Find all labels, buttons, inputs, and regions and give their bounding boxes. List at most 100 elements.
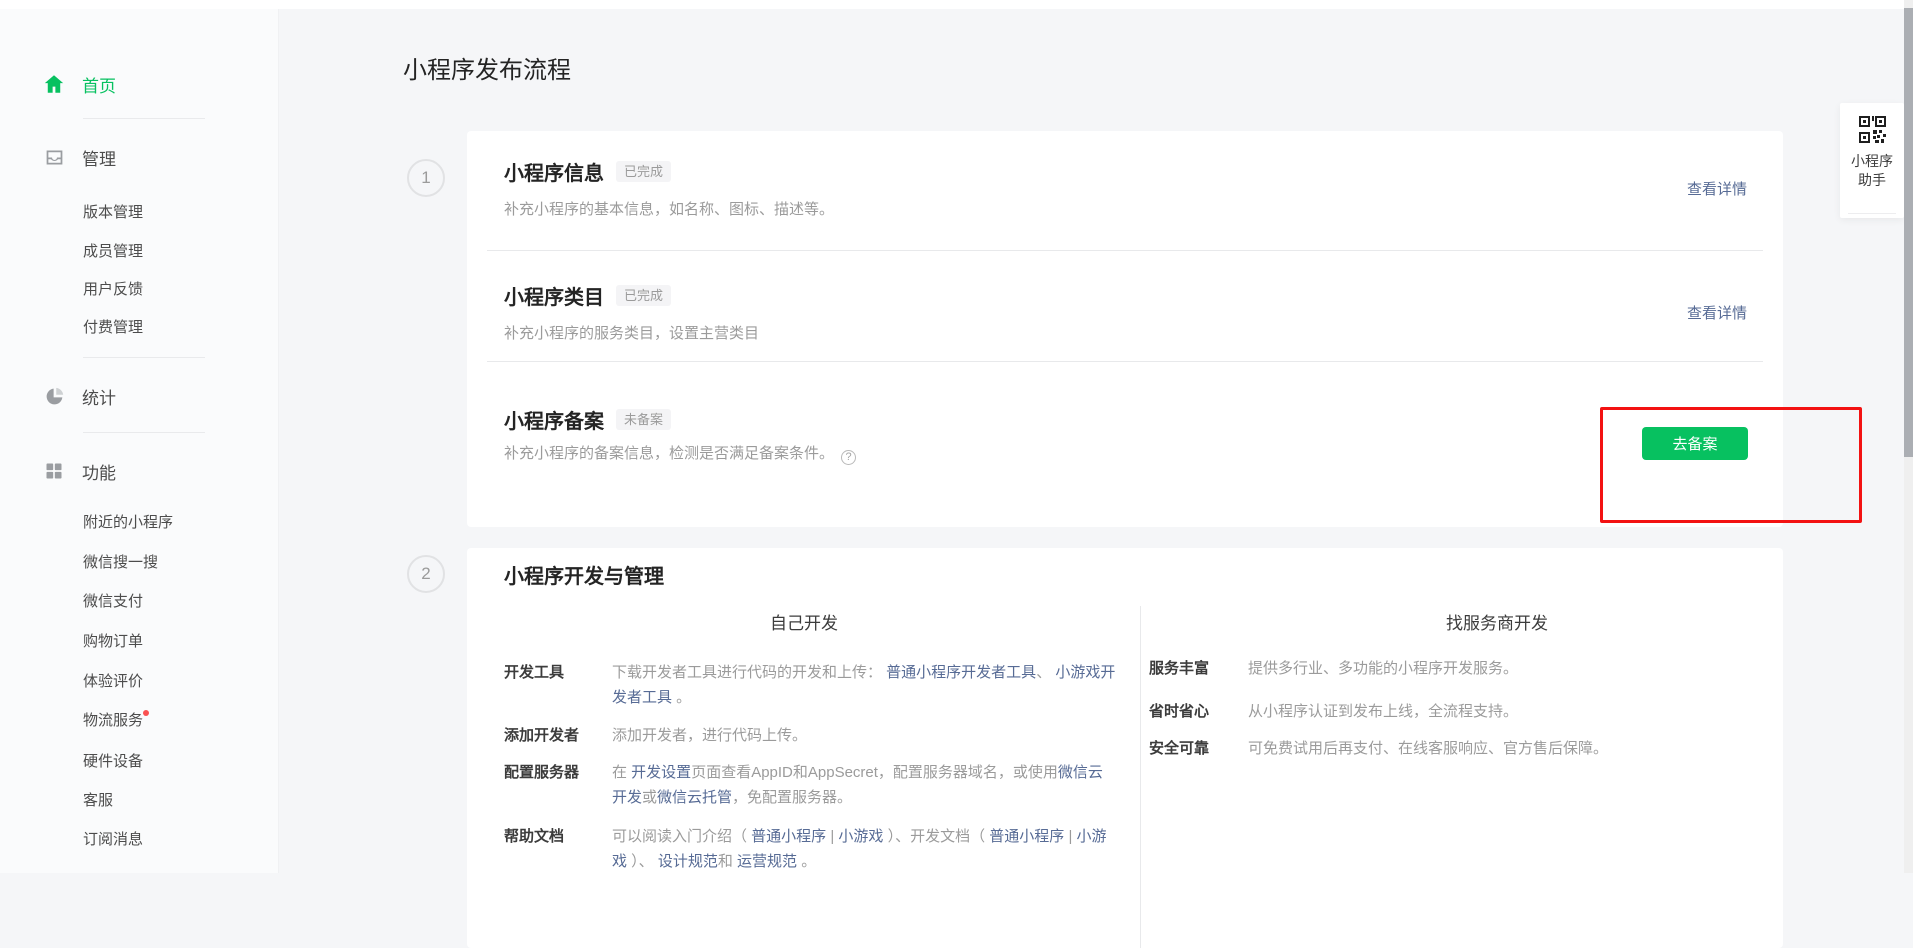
dev-section-title: 小程序开发与管理 xyxy=(504,560,664,589)
inline-link[interactable]: 小游戏 xyxy=(838,828,883,845)
sidebar-item[interactable]: 客服 xyxy=(83,788,113,814)
inbox-icon xyxy=(43,146,65,168)
sidebar-divider xyxy=(83,432,205,433)
inline-text: 。 xyxy=(676,689,691,706)
widget-label-line2: 助手 xyxy=(1840,171,1904,190)
notification-dot xyxy=(143,710,149,716)
sidebar-section-label: 首页 xyxy=(82,72,116,97)
publish-steps-card: 小程序信息已完成补充小程序的基本信息，如名称、图标、描述等。查看详情小程序类目已… xyxy=(467,131,1783,527)
dev-row-text: 在 开发设置页面查看AppID和AppSecret，配置服务器域名，或使用微信云… xyxy=(612,760,1117,810)
inline-link[interactable]: 普通小程序开发者工具 xyxy=(886,664,1036,681)
step-row-title-wrap: 小程序备案未备案 xyxy=(504,405,671,434)
dev-row-text: 添加开发者，进行代码上传。 xyxy=(612,723,1117,748)
sidebar-item[interactable]: 订阅消息 xyxy=(83,827,143,853)
dev-row-label: 开发工具 xyxy=(504,660,564,685)
step-number-1: 1 xyxy=(407,159,445,197)
sidebar-item[interactable]: 付费管理 xyxy=(83,315,143,341)
view-details-link[interactable]: 查看详情 xyxy=(1687,178,1747,199)
inline-text: 提供多行业、多功能的小程序开发服务。 xyxy=(1248,660,1518,677)
step-number-2: 2 xyxy=(407,555,445,593)
inline-text: ）、 xyxy=(627,853,658,870)
inline-link[interactable]: 运营规范 xyxy=(737,853,797,870)
sidebar-item[interactable]: 体验评价 xyxy=(83,669,143,695)
step-description: 补充小程序的基本信息，如名称、图标、描述等。 xyxy=(504,198,834,219)
dev-row-label: 帮助文档 xyxy=(504,824,564,849)
go-filing-button[interactable]: 去备案 xyxy=(1642,427,1748,460)
inline-link[interactable]: 普通小程序 xyxy=(751,828,826,845)
dev-row-label: 添加开发者 xyxy=(504,723,579,748)
sidebar-item[interactable]: 微信搜一搜 xyxy=(83,550,158,576)
home-icon xyxy=(43,73,65,95)
mini-program-assistant-widget[interactable]: 小程序 助手 xyxy=(1840,103,1904,218)
widget-label-line1: 小程序 xyxy=(1840,152,1904,171)
row-divider xyxy=(487,250,1763,251)
sidebar-item[interactable]: 版本管理 xyxy=(83,200,143,226)
qr-code-icon xyxy=(1859,116,1886,143)
sidebar-section-manage[interactable]: 管理 xyxy=(43,139,116,175)
dev-manage-card: 小程序开发与管理 自己开发 找服务商开发 开发工具下载开发者工具进行代码的开发和… xyxy=(467,548,1783,948)
inline-text: 、 xyxy=(1036,664,1055,681)
sidebar-item[interactable]: 成员管理 xyxy=(83,239,143,265)
step-description-text: 补充小程序的服务类目，设置主营类目 xyxy=(504,325,759,342)
step-description: 补充小程序的服务类目，设置主营类目 xyxy=(504,322,759,343)
inline-text: ，免配置服务器。 xyxy=(732,789,852,806)
sidebar-item[interactable]: 硬件设备 xyxy=(83,749,143,775)
inline-link[interactable]: 设计规范 xyxy=(658,853,718,870)
inline-text: 添加开发者，进行代码上传。 xyxy=(612,727,807,744)
inline-link[interactable]: 开发设置 xyxy=(631,764,691,781)
inline-text: | xyxy=(826,828,838,845)
inline-text: 。 xyxy=(797,853,816,870)
sidebar-item[interactable]: 微信支付 xyxy=(83,589,143,615)
inline-link[interactable]: 微信云托管 xyxy=(657,789,732,806)
self-dev-header: 自己开发 xyxy=(504,609,1104,634)
step-description: 补充小程序的备案信息，检测是否满足备案条件。? xyxy=(504,442,856,465)
sidebar-section-stats[interactable]: 统计 xyxy=(43,378,116,414)
grid-icon xyxy=(43,460,65,482)
vendor-dev-header: 找服务商开发 xyxy=(1187,609,1807,634)
inline-text: 或 xyxy=(642,789,657,806)
help-icon[interactable]: ? xyxy=(841,450,856,465)
sidebar-item[interactable]: 附近的小程序 xyxy=(83,510,173,536)
status-badge: 已完成 xyxy=(616,285,671,306)
sidebar-section-home[interactable]: 首页 xyxy=(43,66,116,102)
inline-text: 可免费试用后再支付、在线客服响应、官方售后保障。 xyxy=(1248,740,1608,757)
page-title: 小程序发布流程 xyxy=(403,50,571,85)
inline-text: 可以阅读入门介绍（ xyxy=(612,828,751,845)
dev-row-label: 服务丰富 xyxy=(1149,656,1209,681)
inline-link[interactable]: 普通小程序 xyxy=(989,828,1064,845)
sidebar-section-label: 功能 xyxy=(82,459,116,484)
step-row-title-wrap: 小程序信息已完成 xyxy=(504,157,671,186)
status-badge: 未备案 xyxy=(616,409,671,430)
sidebar-divider xyxy=(83,118,205,119)
dev-row-text: 可免费试用后再支付、在线客服响应、官方售后保障。 xyxy=(1248,736,1748,761)
sidebar-item[interactable]: 购物订单 xyxy=(83,629,143,655)
inline-text: ）、开发文档（ xyxy=(883,828,989,845)
status-badge: 已完成 xyxy=(616,161,671,182)
page-scrollbar[interactable] xyxy=(1904,0,1913,873)
sidebar-section-features[interactable]: 功能 xyxy=(43,453,116,489)
scrollbar-thumb[interactable] xyxy=(1904,8,1913,457)
pie-icon xyxy=(43,385,65,407)
step-description-text: 补充小程序的基本信息，如名称、图标、描述等。 xyxy=(504,201,834,218)
sidebar-section-label: 管理 xyxy=(82,145,116,170)
sidebar-item[interactable]: 物流服务 xyxy=(83,708,143,734)
sidebar-divider xyxy=(83,357,205,358)
widget-divider xyxy=(1848,213,1896,214)
step-title: 小程序备案 xyxy=(504,411,604,433)
view-details-link[interactable]: 查看详情 xyxy=(1687,302,1747,323)
dev-row-label: 省时省心 xyxy=(1149,699,1209,724)
dev-row-text: 提供多行业、多功能的小程序开发服务。 xyxy=(1248,656,1748,681)
inline-text: 和 xyxy=(718,853,737,870)
inline-text: 下载开发者工具进行代码的开发和上传： xyxy=(612,664,886,681)
sidebar-item[interactable]: 用户反馈 xyxy=(83,277,143,303)
inline-text: 页面查看AppID和AppSecret，配置服务器域名，或使用 xyxy=(691,764,1058,781)
dev-row-label: 配置服务器 xyxy=(504,760,579,785)
inline-text: | xyxy=(1064,828,1076,845)
step-description-text: 补充小程序的备案信息，检测是否满足备案条件。 xyxy=(504,445,834,462)
dev-row-text: 可以阅读入门介绍（ 普通小程序 | 小游戏 ）、开发文档（ 普通小程序 | 小游… xyxy=(612,824,1117,874)
column-divider xyxy=(1140,606,1141,948)
step-row-title-wrap: 小程序类目已完成 xyxy=(504,281,671,310)
sidebar: 首页管理版本管理成员管理用户反馈付费管理统计功能附近的小程序微信搜一搜微信支付购… xyxy=(0,9,279,873)
row-divider xyxy=(487,361,1763,362)
step-title: 小程序信息 xyxy=(504,163,604,185)
